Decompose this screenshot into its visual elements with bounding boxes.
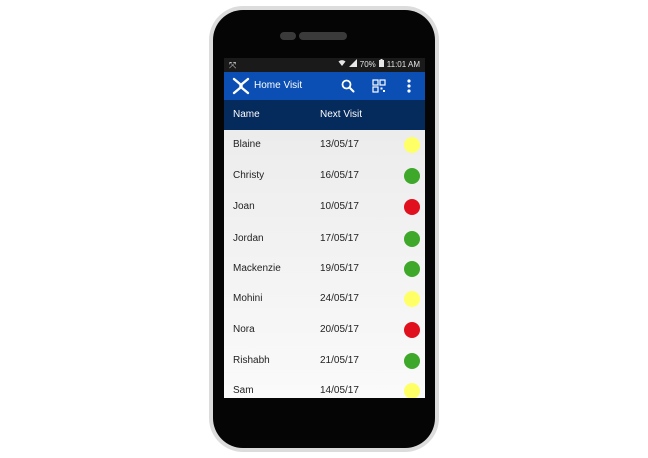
table-row[interactable]: Rishabh 21/05/17 (224, 346, 425, 376)
table-row[interactable]: Nora 20/05/17 (224, 315, 425, 345)
status-indicator-green (404, 231, 420, 247)
table-row[interactable]: Sam 14/05/17 (224, 376, 425, 398)
row-next-visit: 13/05/17 (320, 139, 359, 150)
row-name: Christy (233, 170, 265, 181)
row-next-visit: 10/05/17 (320, 201, 359, 212)
status-indicator-yellow (404, 383, 420, 398)
status-indicator-yellow (404, 137, 420, 153)
app-logo-icon[interactable] (232, 77, 250, 95)
phone-screen: ⤧ 70% 11:01 AM Home Visit Name Next Visi… (224, 58, 425, 398)
notification-icon: ⤧ (229, 60, 237, 70)
row-name: Rishabh (233, 355, 270, 366)
clock: 11:01 AM (386, 60, 420, 69)
row-name: Nora (233, 324, 255, 335)
column-header-name[interactable]: Name (233, 100, 260, 130)
search-icon[interactable] (340, 78, 356, 94)
status-indicator-green (404, 353, 420, 369)
row-next-visit: 20/05/17 (320, 324, 359, 335)
status-indicators: 70% 11:01 AM (338, 58, 420, 72)
table-row[interactable]: Jordan 17/05/17 (224, 224, 425, 254)
row-name: Joan (233, 201, 255, 212)
status-bar: ⤧ 70% 11:01 AM (224, 58, 425, 72)
front-camera (280, 32, 296, 40)
more-vert-icon[interactable] (405, 78, 413, 94)
table-row[interactable]: Blaine 13/05/17 (224, 130, 425, 160)
row-next-visit: 19/05/17 (320, 263, 359, 274)
row-name: Mohini (233, 293, 263, 304)
qr-code-icon[interactable] (372, 79, 386, 93)
status-indicator-green (404, 261, 420, 277)
status-indicator-yellow (404, 291, 420, 307)
battery-percent: 70% (359, 60, 376, 69)
row-next-visit: 24/05/17 (320, 293, 359, 304)
visit-list: Blaine 13/05/17 Christy 16/05/17 Joan 10… (224, 130, 425, 398)
status-indicator-red (404, 322, 420, 338)
table-header: Name Next Visit (224, 100, 425, 130)
column-header-next-visit[interactable]: Next Visit (320, 100, 362, 130)
table-row[interactable]: Joan 10/05/17 (224, 192, 425, 222)
row-next-visit: 17/05/17 (320, 233, 359, 244)
table-row[interactable]: Mohini 24/05/17 (224, 284, 425, 314)
row-name: Blaine (233, 139, 261, 150)
row-next-visit: 14/05/17 (320, 385, 359, 396)
signal-icon (348, 58, 357, 72)
table-row[interactable]: Christy 16/05/17 (224, 161, 425, 191)
status-indicator-red (404, 199, 420, 215)
row-name: Jordan (233, 233, 264, 244)
battery-icon (378, 58, 384, 72)
table-row[interactable]: Mackenzie 19/05/17 (224, 254, 425, 284)
earpiece-speaker (299, 32, 347, 40)
status-indicator-green (404, 168, 420, 184)
row-name: Sam (233, 385, 254, 396)
wifi-icon (338, 58, 346, 72)
app-title: Home Visit (254, 80, 303, 91)
row-name: Mackenzie (233, 263, 281, 274)
row-next-visit: 21/05/17 (320, 355, 359, 366)
row-next-visit: 16/05/17 (320, 170, 359, 181)
app-bar: Home Visit (224, 72, 425, 100)
